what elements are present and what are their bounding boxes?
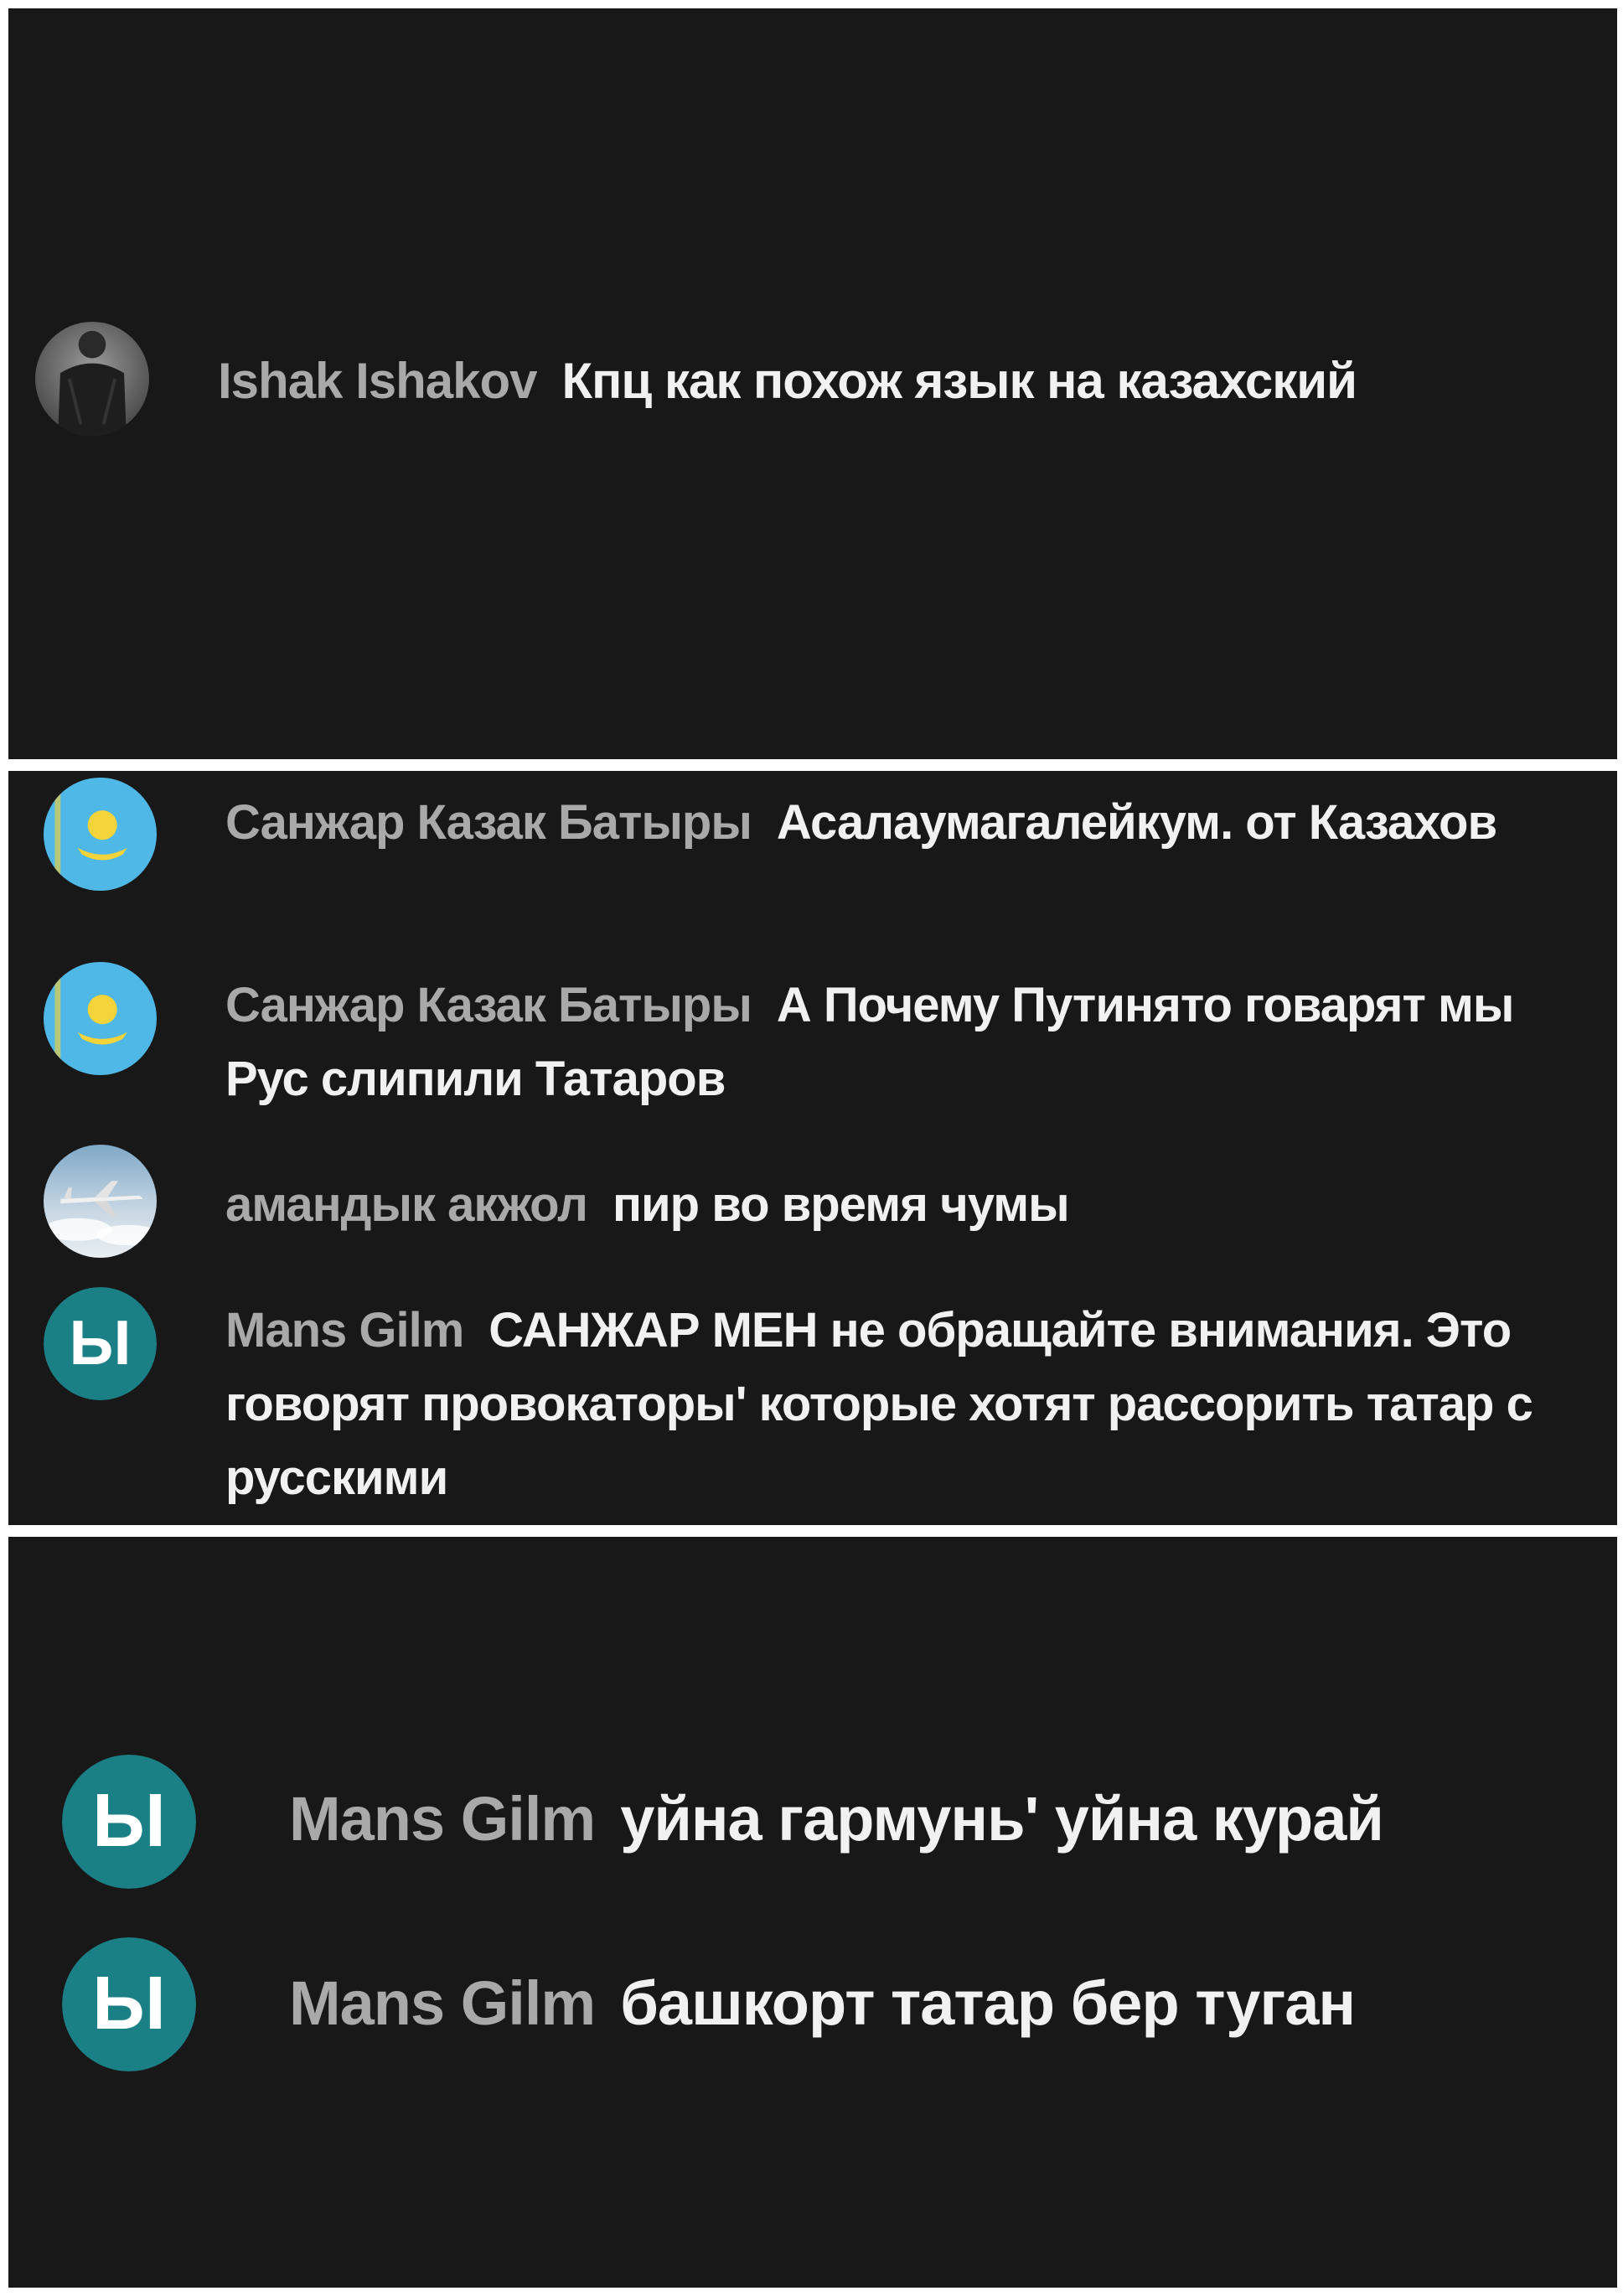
comment-panel-1: Ishak Ishakov Кпц как похож язык на казах… bbox=[8, 8, 1617, 759]
comment-text: Санжар Казак Батыры А Почему Путинято гов… bbox=[225, 969, 1591, 1116]
comment-author[interactable]: Mans Gilm bbox=[225, 1303, 464, 1357]
comment-panel-2: Санжар Казак Батыры Асалаумагалейкум. от … bbox=[8, 771, 1617, 1525]
comment-author[interactable]: амандык акжол bbox=[225, 1177, 588, 1232]
comment-author[interactable]: Санжар Казак Батыры bbox=[225, 978, 752, 1032]
comment-author[interactable]: Mans Gilm bbox=[289, 1968, 596, 2038]
comment-body: башкорт татар бер туган bbox=[620, 1968, 1356, 2038]
letter-avatar-icon[interactable]: Ы bbox=[44, 1287, 157, 1400]
kazakhstan-flag-avatar-icon[interactable] bbox=[44, 962, 157, 1075]
comment-text: Mans Gilm уйна гармунь' уйна курай bbox=[289, 1773, 1596, 1865]
avatar-letter: Ы bbox=[92, 1961, 166, 2045]
comment-text: Ishak Ishakov Кпц как похож язык на казах… bbox=[218, 344, 1600, 419]
comment-author[interactable]: Mans Gilm bbox=[289, 1784, 596, 1854]
comment-panel-3: Ы Mans Gilm уйна гармунь' уйна курай Ы Ma… bbox=[8, 1537, 1617, 2288]
airplane-avatar-icon[interactable] bbox=[44, 1145, 157, 1258]
letter-avatar-icon[interactable]: Ы bbox=[62, 1755, 196, 1889]
comment-body: пир во время чумы bbox=[612, 1177, 1070, 1232]
comment-text: Санжар Казак Батыры Асалаумагалейкум. от … bbox=[225, 786, 1591, 860]
avatar-letter: Ы bbox=[69, 1308, 131, 1378]
comment-author[interactable]: Санжар Казак Батыры bbox=[225, 795, 752, 850]
avatar-letter: Ы bbox=[92, 1778, 166, 1862]
comment-body: уйна гармунь' уйна курай bbox=[620, 1784, 1384, 1854]
comment-body: Асалаумагалейкум. от Казахов bbox=[776, 795, 1497, 850]
photo-avatar-icon[interactable] bbox=[35, 322, 149, 436]
comment-body: Кпц как похож язык на казахский bbox=[561, 353, 1357, 409]
comment-text: Mans Gilm башкорт татар бер туган bbox=[289, 1957, 1596, 2050]
comment-text: Mans Gilm САНЖАР МЕН не обращайте внимани… bbox=[225, 1294, 1591, 1515]
comment-author[interactable]: Ishak Ishakov bbox=[218, 353, 538, 409]
comment-text: амандык акжол пир во время чумы bbox=[225, 1168, 1591, 1242]
letter-avatar-icon[interactable]: Ы bbox=[62, 1937, 196, 2071]
kazakhstan-flag-avatar-icon[interactable] bbox=[44, 778, 157, 891]
